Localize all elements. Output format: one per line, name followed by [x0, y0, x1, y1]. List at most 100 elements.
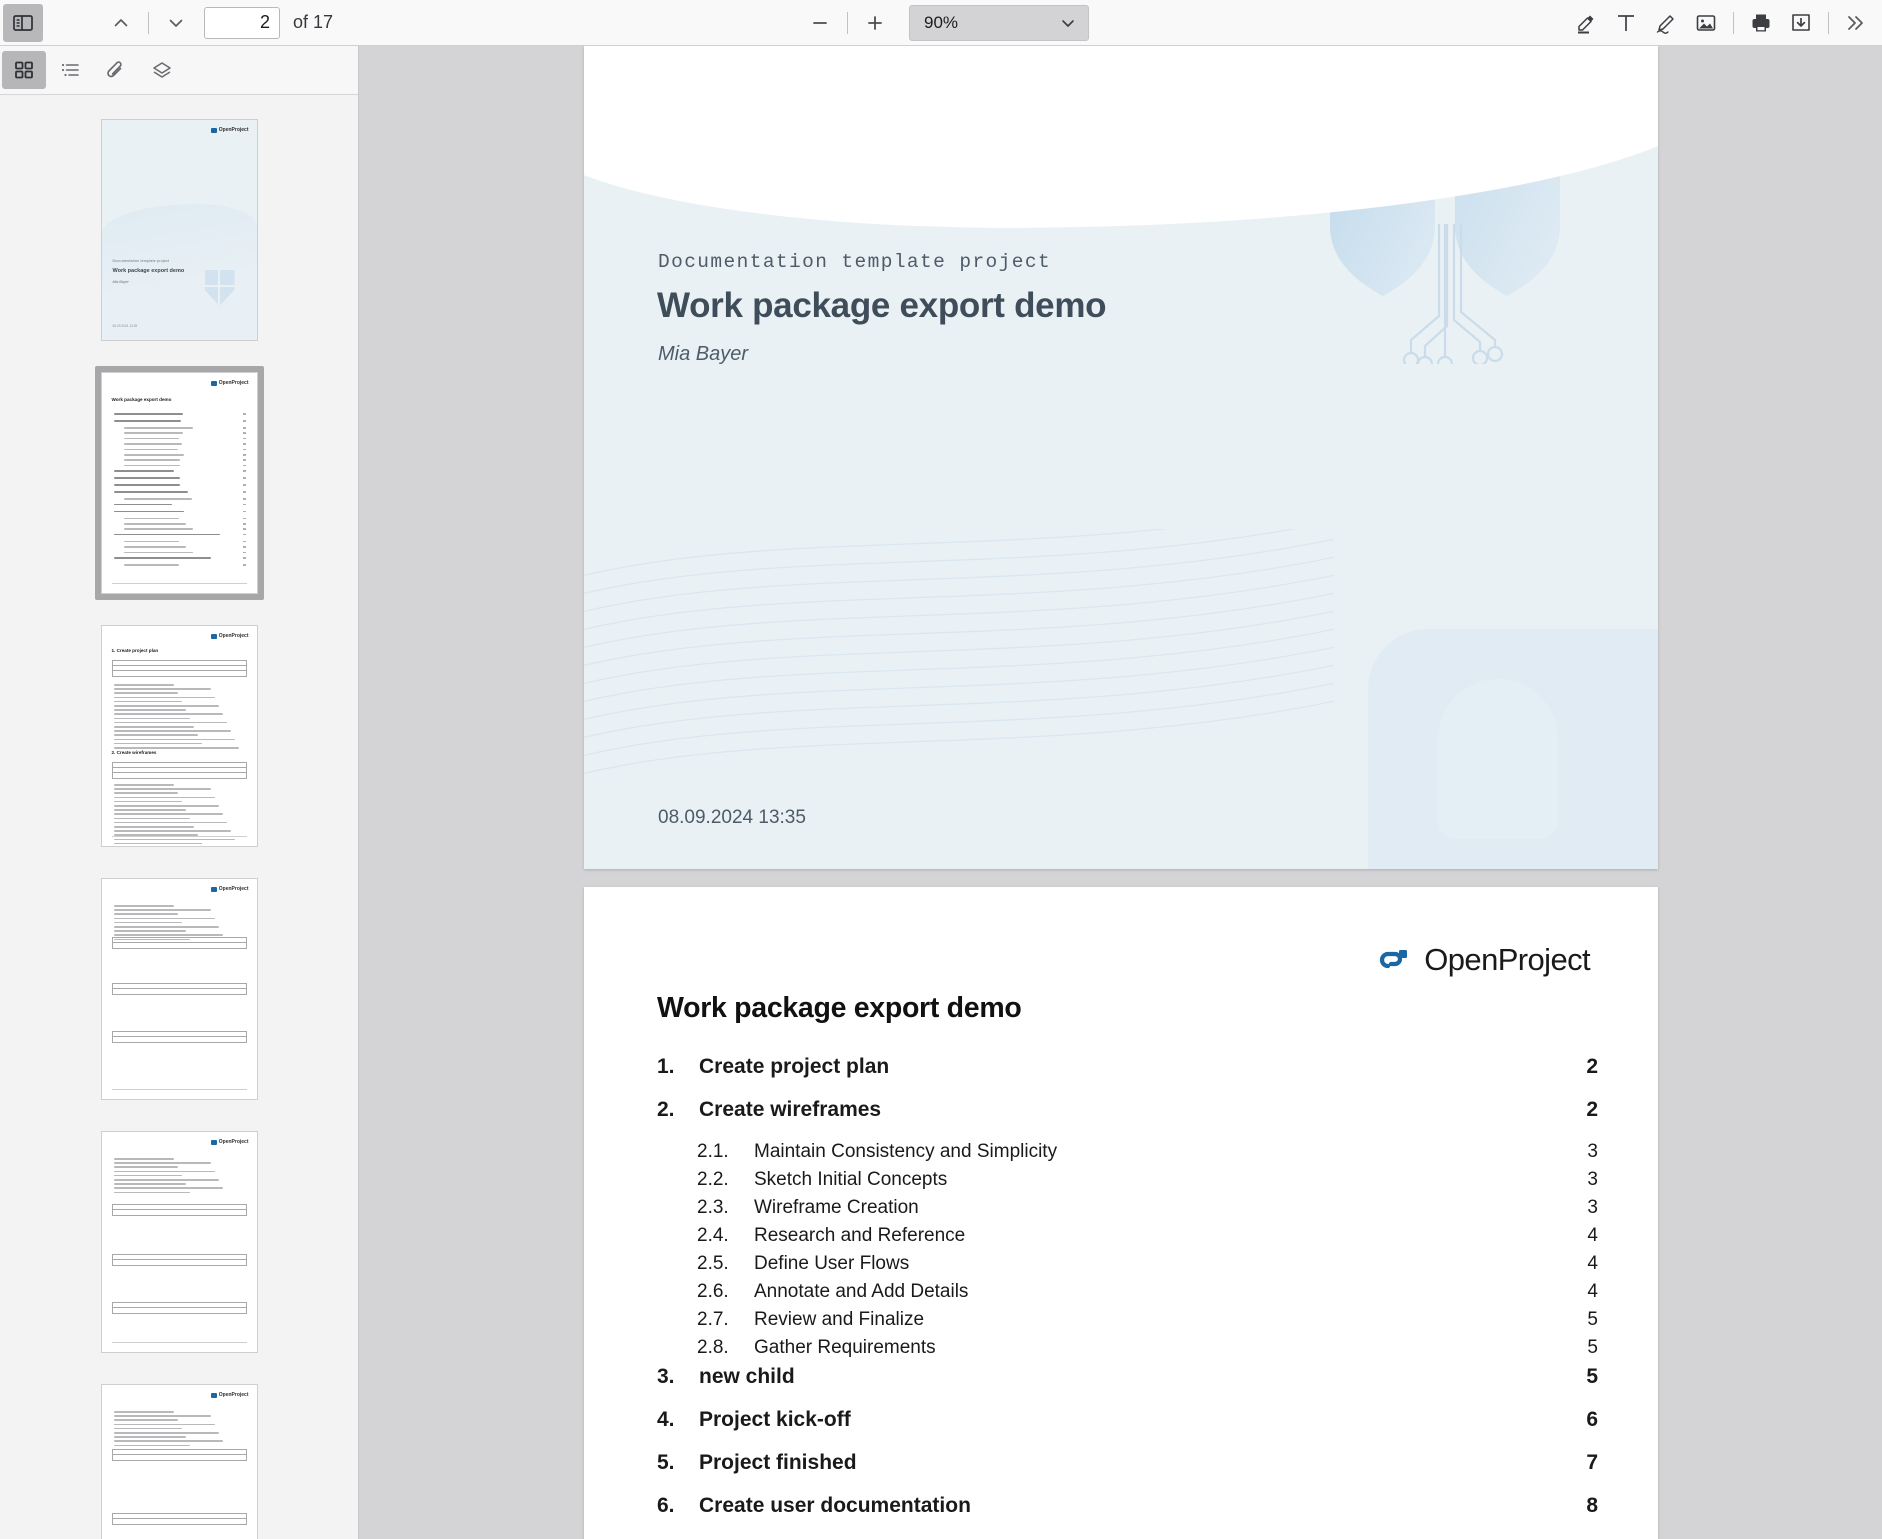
thumbnail-page-5[interactable]: OpenProject: [100, 1131, 258, 1353]
thumb-body-line: [113, 1166, 178, 1168]
openproject-mark-icon: [210, 633, 217, 639]
thumb-body-line: [113, 696, 215, 699]
thumb-body-line: [113, 800, 182, 803]
toc-entry[interactable]: 2.6. Annotate and Add Details 4: [657, 1281, 1598, 1303]
save-icon: [1792, 13, 1810, 31]
toc-entry[interactable]: 2.4. Research and Reference 4: [657, 1225, 1598, 1247]
toc-entry[interactable]: 2.3. Wireframe Creation 3: [657, 1197, 1598, 1219]
toc-entry[interactable]: 3. new child 5: [657, 1365, 1598, 1389]
text-annotation-button[interactable]: [1606, 4, 1646, 42]
toc-entry[interactable]: 1. Create project plan 2: [657, 1055, 1598, 1079]
previous-page-button[interactable]: [101, 4, 141, 42]
highlight-button[interactable]: [1566, 4, 1606, 42]
cover-pill-shape: [1438, 679, 1558, 839]
toc-entry-page: 2: [1586, 1098, 1598, 1121]
toc-entry-number: 2.7.: [697, 1309, 729, 1330]
print-button[interactable]: [1741, 4, 1781, 42]
next-page-button[interactable]: [156, 4, 196, 42]
thumb-toc-page-number: [242, 454, 246, 456]
thumb-body-line: [113, 721, 227, 724]
pdf-page-1: Documentation template project Work pack…: [584, 46, 1658, 869]
thumb-toc-line: [113, 484, 180, 486]
thumbnail-item[interactable]: OpenProject 1. Create project plan 2. Cr…: [95, 619, 264, 853]
cover-date: 08.09.2024 13:35: [658, 807, 806, 828]
toc-entry-number: 3.: [657, 1365, 675, 1388]
page-number-input[interactable]: [204, 6, 280, 39]
thumbnail-item[interactable]: OpenProject Documentation template proje…: [95, 113, 264, 347]
thumb-toc-line: [123, 459, 180, 461]
thumb-body-line: [113, 830, 231, 832]
thumb-footer-rule: [111, 1341, 247, 1343]
thumb-toc-line: [123, 523, 186, 525]
thumb-body-line: [113, 842, 202, 845]
toc-entry[interactable]: 2. Create wireframes 2: [657, 1098, 1598, 1122]
thumb-toc-line: [123, 432, 184, 434]
thumb-toc-line: [113, 533, 220, 536]
thumb-section-heading: 1. Create project plan: [111, 648, 159, 653]
thumbnail-item[interactable]: OpenProject: [95, 872, 264, 1106]
zoom-in-button[interactable]: [855, 4, 895, 42]
toc-entry-number: 2.2.: [697, 1169, 729, 1190]
sidebar-item-thumbnails[interactable]: [2, 51, 46, 89]
toc-entry-number: 2.6.: [697, 1281, 729, 1302]
thumb-body-line: [113, 1191, 190, 1194]
thumbnail-page-3[interactable]: OpenProject 1. Create project plan 2. Cr…: [100, 625, 258, 847]
pdf-toolbar: of 17 90%: [0, 0, 1882, 46]
zoom-level-select[interactable]: 90%: [909, 4, 1089, 41]
thumb-toc-line: [123, 528, 193, 530]
sidebar-item-layers[interactable]: [140, 51, 184, 89]
thumb-toc-page-number: [242, 557, 246, 559]
thumb-cover-date: 08.09.2024 13:35: [112, 324, 138, 328]
toc-entry[interactable]: 2.8. Gather Requirements 5: [657, 1337, 1598, 1359]
toc-entry-page: 3: [1587, 1169, 1598, 1190]
save-button[interactable]: [1781, 4, 1821, 42]
add-image-button[interactable]: [1686, 4, 1726, 42]
more-tools-icon: [1848, 15, 1863, 30]
toc-entry[interactable]: 5. Project finished 7: [657, 1451, 1598, 1475]
toc-entry-label: Maintain Consistency and Simplicity: [754, 1141, 1058, 1162]
toc-entry-number: 5.: [657, 1451, 675, 1474]
thumb-body-line: [113, 1179, 219, 1181]
thumb-toc-page-number: [242, 420, 246, 422]
sidebar-item-attachments[interactable]: [94, 51, 138, 89]
thumbnail-item-selected[interactable]: OpenProject Work package export demo: [94, 366, 264, 600]
thumbnail-item[interactable]: OpenProject: [95, 1378, 264, 1539]
paperclip-icon: [107, 61, 122, 78]
toc-entry-number: 2.8.: [697, 1337, 729, 1358]
thumbnail-item[interactable]: OpenProject: [95, 1125, 264, 1359]
toc-entry[interactable]: 4. Project kick-off 6: [657, 1408, 1598, 1432]
thumbnail-page-4[interactable]: OpenProject: [100, 878, 258, 1100]
thumb-body-line: [113, 1436, 186, 1438]
thumb-body-line: [113, 1170, 215, 1173]
chevron-up-icon: [114, 18, 128, 26]
toc-entry[interactable]: 2.7. Review and Finalize 5: [657, 1309, 1598, 1331]
thumbnail-page-6[interactable]: OpenProject: [100, 1384, 258, 1539]
page-separator: [360, 869, 1882, 887]
thumb-body-line: [113, 742, 202, 745]
toc-entry[interactable]: 2.2. Sketch Initial Concepts 3: [657, 1169, 1598, 1191]
sidebar-item-outline[interactable]: [48, 51, 92, 89]
draw-button[interactable]: [1646, 4, 1686, 42]
sidebar-toggle-button[interactable]: [3, 3, 43, 42]
toc-entry-page: 3: [1587, 1197, 1598, 1218]
thumbnail-page-1[interactable]: OpenProject Documentation template proje…: [100, 119, 258, 341]
toc-entry[interactable]: 2.5. Define User Flows 4: [657, 1253, 1598, 1275]
toc-entry-number: 2.5.: [697, 1253, 729, 1274]
toc-entry[interactable]: 6. Create user documentation 8: [657, 1494, 1598, 1518]
thumb-table: [111, 937, 247, 949]
zoom-out-button[interactable]: [800, 4, 840, 42]
thumbnail-page-2[interactable]: OpenProject Work package export demo: [100, 372, 258, 594]
more-tools-button[interactable]: [1836, 4, 1876, 42]
thumb-table: [111, 1254, 247, 1266]
thumb-toc-line: [123, 551, 193, 554]
toc-entry-label: Project finished: [699, 1451, 857, 1474]
thumb-toc-page-number: [242, 533, 246, 536]
table-of-contents[interactable]: 1. Create project plan 2 2. Create wireframe…: [657, 1055, 1598, 1539]
thumb-toc-page-number: [242, 517, 246, 520]
thumb-body-line: [113, 738, 235, 741]
thumbnail-list[interactable]: OpenProject Documentation template proje…: [0, 95, 358, 1539]
pdf-viewer[interactable]: Documentation template project Work pack…: [360, 46, 1882, 1539]
layers-icon: [153, 62, 171, 78]
toc-entry[interactable]: 2.1. Maintain Consistency and Simplicity 3: [657, 1141, 1598, 1163]
thumb-body-line: [113, 1427, 182, 1430]
